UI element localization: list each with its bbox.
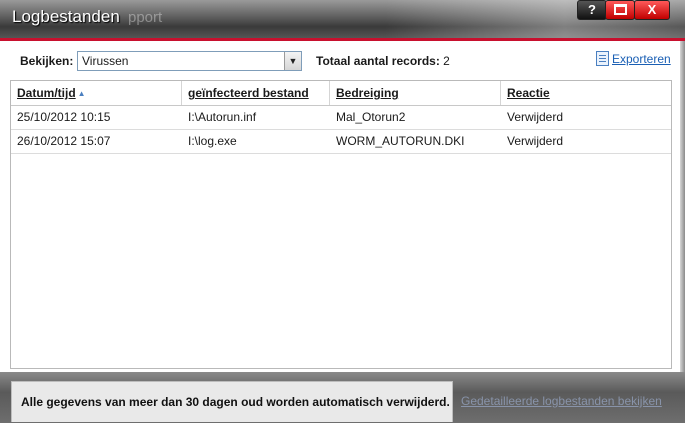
total-records-value: 2 <box>443 54 450 68</box>
retention-notice-text: Alle gegevens van meer dan 30 dagen oud … <box>21 395 450 409</box>
export-document-icon <box>596 51 609 67</box>
dropdown-arrow-icon[interactable]: ▼ <box>284 52 301 70</box>
column-header-threat[interactable]: Bedreiging <box>329 81 399 105</box>
cell-datetime: 26/10/2012 15:07 <box>17 134 111 148</box>
cell-datetime: 25/10/2012 10:15 <box>17 110 111 124</box>
help-icon: ? <box>588 2 596 17</box>
maximize-button[interactable] <box>605 0 635 20</box>
total-records: Totaal aantal records: 2 <box>316 54 450 68</box>
retention-notice: Alle gegevens van meer dan 30 dagen oud … <box>11 381 453 422</box>
close-icon: X <box>647 2 657 17</box>
detailed-logs-link[interactable]: Gedetailleerde logbestanden bekijken <box>461 394 662 408</box>
view-label: Bekijken: <box>20 54 74 68</box>
view-dropdown[interactable]: Virussen ▼ <box>77 51 302 71</box>
view-dropdown-value: Virussen <box>82 54 129 68</box>
content-panel: Bekijken: Virussen ▼ Totaal aantal recor… <box>0 41 680 372</box>
window-title: Logbestanden <box>12 7 120 26</box>
sort-ascending-icon: ▲ <box>77 89 86 98</box>
total-records-label: Totaal aantal records: <box>316 54 440 68</box>
cell-threat: Mal_Otorun2 <box>336 110 406 124</box>
column-header-infected-file[interactable]: geïnfecteerd bestand <box>181 81 309 105</box>
column-header-datetime[interactable]: Datum/tijd ▲ <box>17 81 86 105</box>
help-button[interactable]: ? <box>577 0 607 20</box>
content-edge <box>680 41 685 372</box>
cell-infected-file: I:\Autorun.inf <box>188 110 257 124</box>
table-row[interactable]: 25/10/2012 10:15 I:\Autorun.inf Mal_Otor… <box>11 106 671 130</box>
export-label: Exporteren <box>612 51 671 66</box>
column-header-action[interactable]: Reactie <box>500 81 550 105</box>
cell-action: Verwijderd <box>507 110 564 124</box>
title-background-text: pport <box>128 9 163 26</box>
export-link[interactable]: Exporteren <box>596 51 671 67</box>
column-header-label: Reactie <box>507 86 550 100</box>
cell-threat: WORM_AUTORUN.DKI <box>336 134 465 148</box>
cell-infected-file: I:\log.exe <box>188 134 237 148</box>
log-window: pport Logbestanden ? X Bekijken: Virusse… <box>0 0 685 423</box>
close-button[interactable]: X <box>634 0 670 20</box>
column-header-label: Bedreiging <box>336 86 399 100</box>
column-header-label: geïnfecteerd bestand <box>188 86 309 100</box>
maximize-icon <box>613 4 627 15</box>
cell-action: Verwijderd <box>507 134 564 148</box>
log-table: Datum/tijd ▲ geïnfecteerd bestand Bedreig… <box>10 80 672 369</box>
table-row[interactable]: 26/10/2012 15:07 I:\log.exe WORM_AUTORUN… <box>11 130 671 154</box>
column-header-label: Datum/tijd <box>17 86 76 100</box>
table-header: Datum/tijd ▲ geïnfecteerd bestand Bedreig… <box>11 81 671 106</box>
